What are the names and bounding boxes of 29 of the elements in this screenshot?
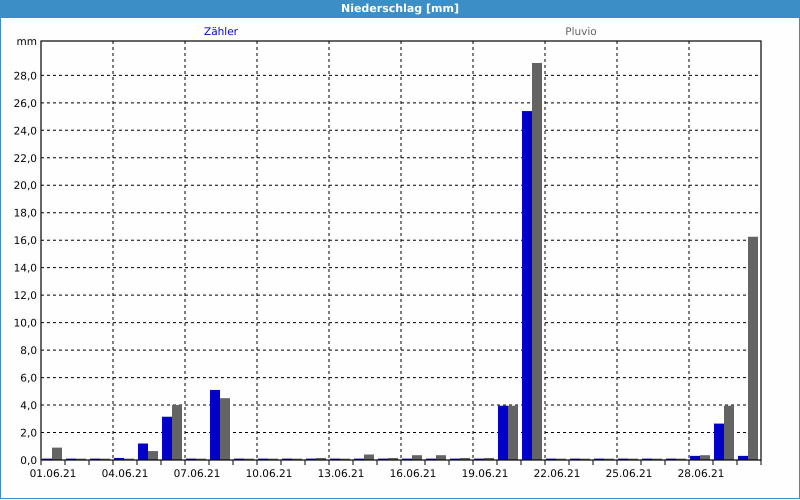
y-tick-label: 14,0 (14, 262, 37, 275)
series-label: Pluvio (565, 26, 597, 38)
x-tick-label: 01.06.21 (30, 468, 76, 480)
y-tick-label: 10,0 (14, 318, 37, 330)
x-tick-label: 25.06.21 (606, 468, 652, 480)
axis-unit-label: mm (16, 36, 37, 48)
y-tick-label: 26,0 (14, 98, 37, 110)
y-tick-label: 28,0 (14, 70, 37, 82)
y-tick-label: 20,0 (14, 180, 37, 192)
x-tick-label: 04.06.21 (102, 468, 148, 480)
series-label: Zähler (204, 26, 238, 38)
y-tick-label: 12,0 (14, 290, 37, 302)
x-tick-label: 13.06.21 (318, 468, 364, 480)
x-tick-label: 16.06.21 (390, 468, 436, 480)
y-tick-label: 8,0 (20, 345, 37, 358)
y-tick-label: 4,0 (20, 400, 37, 412)
x-tick-label: 07.06.21 (174, 468, 220, 480)
x-tick-label: 19.06.21 (462, 468, 508, 480)
y-tick-label: 0,0 (20, 455, 37, 467)
x-tick-label: 28.06.21 (678, 468, 724, 480)
y-tick-label: 18,0 (14, 208, 37, 220)
x-tick-label: 10.06.21 (246, 468, 292, 480)
x-tick-label: 22.06.21 (534, 468, 580, 480)
y-tick-label: 16,0 (14, 235, 37, 248)
y-tick-label: 6,0 (20, 372, 37, 385)
y-tick-label: 24,0 (14, 125, 37, 138)
y-tick-label: 22,0 (14, 152, 37, 165)
y-tick-label: 2,0 (20, 428, 37, 440)
window-title: Niederschlag [mm] (1, 0, 799, 18)
